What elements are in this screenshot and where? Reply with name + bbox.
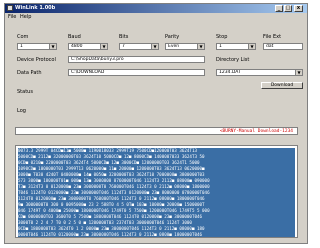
menu-bar: File Help	[5, 13, 307, 21]
maximize-button[interactable]: □	[284, 5, 292, 12]
file-ext-input[interactable]: dat	[263, 43, 303, 50]
chevron-down-icon: ▼	[49, 44, 56, 49]
status-field: <BURNY-Manual Download-1234	[15, 127, 298, 135]
directory-list-value: 1234.DAT	[219, 70, 241, 75]
chevron-down-icon: ▼	[100, 44, 107, 49]
device-protocol-label: Device Protocol	[17, 57, 56, 63]
com-select[interactable]: 1 ▼	[17, 43, 57, 50]
directory-list-select[interactable]: 1234.DAT ▼	[216, 69, 303, 76]
parity-value: Even	[168, 44, 180, 49]
bits-label: Bits	[119, 34, 129, 40]
device-protocol-input[interactable]: C:\ShopData\buny3.pro	[68, 56, 205, 63]
log-area[interactable]: 0073.3 2999T 04CD■11■ 5000■ 1190018033 2…	[15, 145, 298, 238]
title-bar[interactable]: WinLink 1.00b _ □ x	[5, 4, 307, 13]
data-path-input[interactable]: C:\DOWNLOAD	[68, 69, 205, 76]
baud-select[interactable]: 4800 ▼	[68, 43, 108, 50]
baud-value: 4800	[71, 44, 83, 49]
chevron-down-icon: ▼	[248, 44, 255, 49]
minimize-button[interactable]: _	[275, 5, 283, 12]
stop-select[interactable]: 1 ▼	[216, 43, 256, 50]
app-icon	[7, 5, 13, 11]
log-label: Log	[17, 108, 26, 114]
close-button[interactable]: x	[294, 5, 303, 12]
chevron-down-icon: ▼	[295, 70, 302, 75]
window-title: WinLink 1.00b	[15, 5, 56, 11]
parity-label: Parity	[165, 34, 180, 40]
directory-list-label: Directory List	[216, 57, 250, 63]
com-value: 1	[20, 44, 23, 49]
bits-select[interactable]: 7 ▼	[119, 43, 159, 50]
parity-select[interactable]: Even ▼	[165, 43, 205, 50]
com-label: Com	[17, 34, 29, 40]
bits-value: 7	[122, 44, 125, 49]
status-label: Status	[17, 89, 33, 95]
chevron-down-icon: ▼	[197, 44, 204, 49]
menu-file[interactable]: File	[8, 14, 16, 20]
data-path-label: Data Path	[17, 70, 42, 76]
stop-label: Stop	[216, 34, 228, 40]
chevron-down-icon: ▼	[151, 44, 158, 49]
menu-help[interactable]: Help	[20, 14, 31, 20]
download-button[interactable]: Download	[261, 82, 303, 89]
file-ext-label: File Ext	[263, 34, 282, 40]
status-text: <BURNY-Manual Download-1234	[219, 129, 293, 134]
log-line: 0000T046 1124T0 0120000■ 23■ 3000000T046…	[18, 232, 295, 237]
stop-value: 1	[219, 44, 222, 49]
baud-label: Baud	[68, 34, 81, 40]
